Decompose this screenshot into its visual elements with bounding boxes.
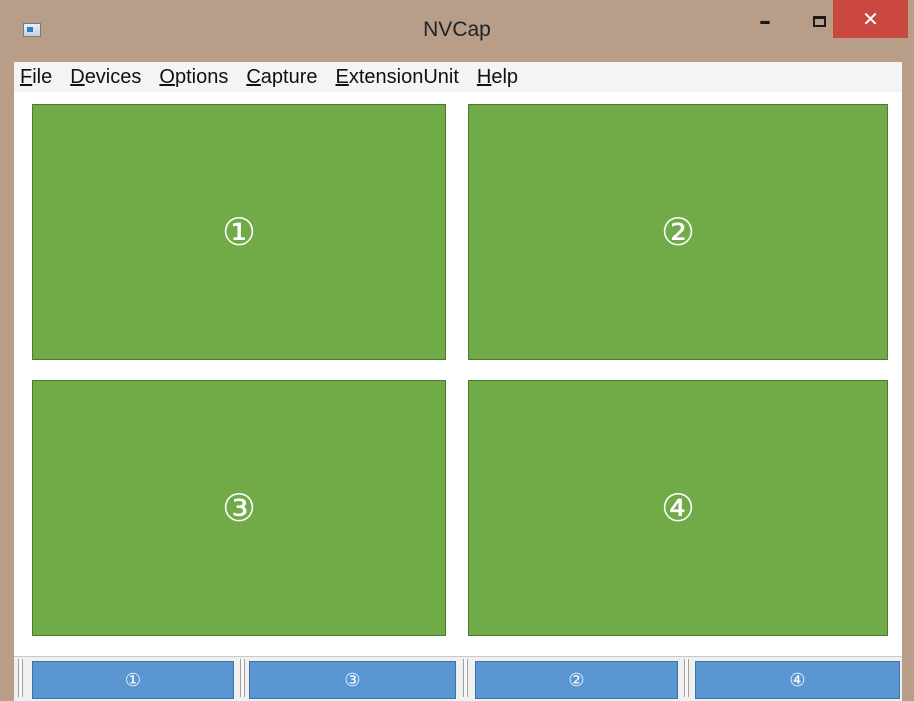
menu-capture[interactable]: Capture xyxy=(246,66,317,89)
tab-separator xyxy=(463,659,468,697)
title-bar[interactable]: NVCap – ✕ xyxy=(0,0,914,62)
close-icon: ✕ xyxy=(862,7,879,31)
tab-label: ② xyxy=(568,669,585,691)
app-window: NVCap – ✕ File Devices Options Capture E… xyxy=(0,0,914,701)
menu-options[interactable]: Options xyxy=(159,66,228,89)
capture-pane-2[interactable]: ② xyxy=(468,104,888,360)
pane-label: ① xyxy=(221,210,257,254)
tab-label: ③ xyxy=(344,669,361,691)
pane-label: ③ xyxy=(221,486,257,530)
minimize-icon: – xyxy=(759,7,771,35)
menu-file[interactable]: File xyxy=(20,66,52,89)
tab-1[interactable]: ① xyxy=(32,661,234,699)
tab-4[interactable]: ④ xyxy=(695,661,900,699)
menu-extensionunit[interactable]: ExtensionUnit xyxy=(336,66,459,89)
close-button[interactable]: ✕ xyxy=(833,0,908,38)
maximize-icon xyxy=(812,15,826,27)
app-icon[interactable] xyxy=(23,23,41,37)
capture-pane-3[interactable]: ③ xyxy=(32,380,446,636)
pane-label: ④ xyxy=(660,486,696,530)
menu-devices[interactable]: Devices xyxy=(70,66,141,89)
tab-label: ① xyxy=(124,669,142,691)
tab-2[interactable]: ③ xyxy=(249,661,456,699)
tab-separator xyxy=(684,659,689,697)
capture-pane-1[interactable]: ① xyxy=(32,104,446,360)
menu-help[interactable]: Help xyxy=(477,66,518,89)
tab-separator xyxy=(18,659,23,697)
pane-label: ② xyxy=(660,210,696,254)
capture-pane-4[interactable]: ④ xyxy=(468,380,888,636)
tab-3[interactable]: ② xyxy=(475,661,678,699)
tab-separator xyxy=(240,659,245,697)
bottom-tab-strip: ① ③ ② ④ xyxy=(14,656,902,701)
capture-view-area: ① ② ③ ④ xyxy=(14,92,902,656)
menu-bar: File Devices Options Capture ExtensionUn… xyxy=(14,62,902,92)
minimize-button[interactable]: – xyxy=(742,0,788,42)
tab-label: ④ xyxy=(789,669,806,691)
